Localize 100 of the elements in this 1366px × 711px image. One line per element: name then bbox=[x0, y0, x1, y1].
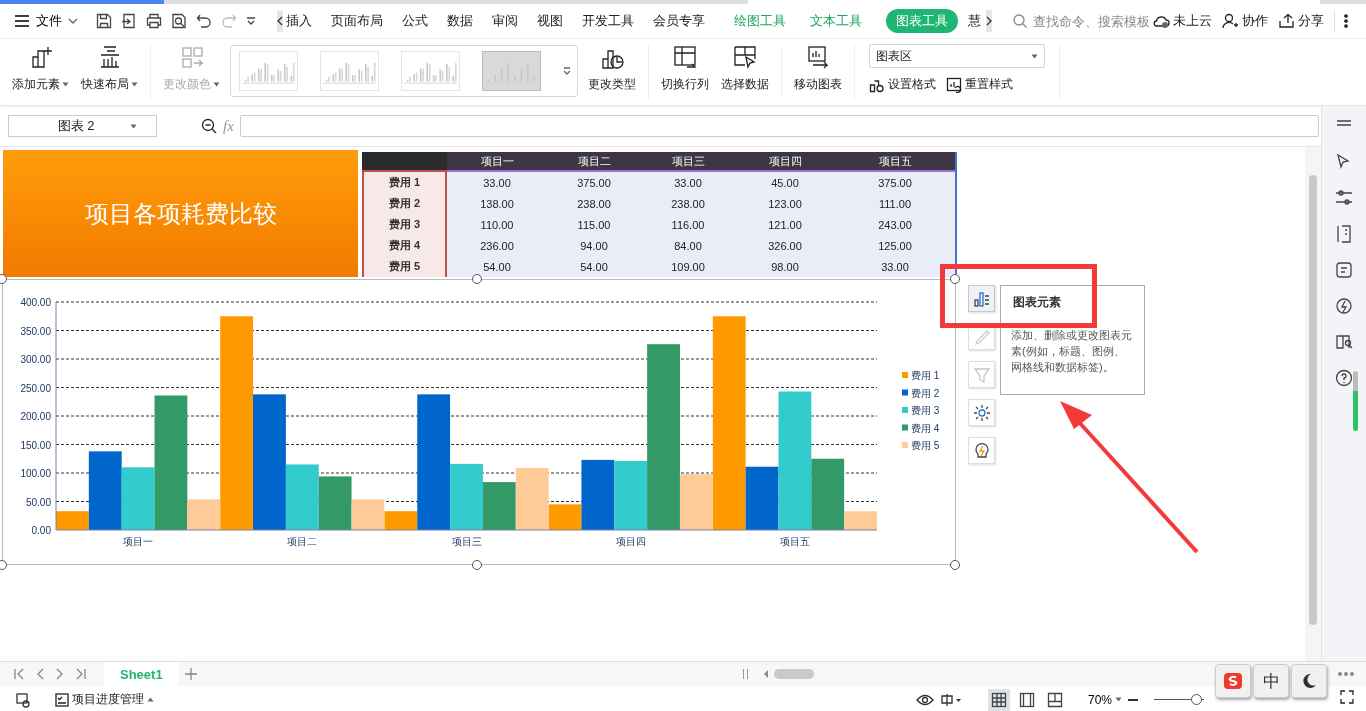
axis-tick-label: 200.00 bbox=[20, 411, 51, 422]
undo-icon[interactable] bbox=[196, 13, 212, 29]
ribbon-button[interactable]: 添加元素 bbox=[6, 39, 75, 105]
row-header: 费用 5 bbox=[362, 256, 447, 277]
format-button[interactable]: 设置格式 bbox=[869, 76, 936, 93]
grid-view-icon bbox=[990, 691, 1007, 708]
ribbon-button[interactable]: 切换行列 bbox=[655, 39, 715, 105]
help-icon[interactable] bbox=[1334, 368, 1354, 388]
ribbon-button[interactable]: 选择数据 bbox=[715, 39, 775, 105]
search-field[interactable]: 查找命令、搜索模板 bbox=[1013, 12, 1153, 30]
menu-icon bbox=[14, 15, 30, 27]
format-button[interactable]: 重置样式 bbox=[946, 76, 1013, 93]
chart-reset-icon bbox=[946, 76, 962, 93]
ribbon-tab[interactable]: 会员专享 bbox=[653, 9, 705, 33]
table-cell-text: 121.00 bbox=[767, 217, 803, 233]
scroll-right-button[interactable] bbox=[986, 10, 992, 32]
ribbon-button[interactable]: 移动图表 bbox=[788, 39, 848, 105]
export-icon[interactable] bbox=[121, 13, 137, 29]
resize-handle[interactable] bbox=[0, 560, 7, 570]
ime-logo-button[interactable] bbox=[1215, 664, 1251, 698]
axis-tick-label: 项目二 bbox=[287, 536, 318, 547]
bar-list-icon bbox=[972, 289, 991, 308]
next-sheet-icon[interactable] bbox=[56, 668, 64, 680]
table-cell-text: 243.00 bbox=[877, 217, 913, 233]
scroll-left-button[interactable] bbox=[277, 10, 283, 32]
view-button[interactable] bbox=[987, 688, 1010, 711]
workbook-button[interactable]: 项目进度管理 bbox=[55, 691, 154, 708]
resize-handle[interactable] bbox=[950, 560, 960, 570]
toolbar-action[interactable]: 协作 bbox=[1222, 12, 1268, 30]
file-menu[interactable]: 文件 bbox=[14, 12, 78, 30]
row-header: 费用 2 bbox=[362, 193, 447, 214]
ribbon-tab[interactable]: 审阅 bbox=[492, 9, 518, 33]
last-sheet-icon[interactable] bbox=[76, 668, 86, 680]
ribbon-tab[interactable]: 公式 bbox=[402, 9, 428, 33]
ribbon-tab[interactable]: 插入 bbox=[286, 9, 312, 33]
chart-style-thumbnail[interactable] bbox=[482, 51, 541, 91]
table-cell-text: 45.00 bbox=[770, 175, 800, 191]
axis-tick-label: 项目五 bbox=[779, 536, 810, 547]
eye-icon[interactable] bbox=[915, 692, 934, 707]
add-sheet-icon[interactable] bbox=[184, 668, 197, 680]
fullscreen-icon[interactable] bbox=[1340, 690, 1354, 704]
resize-handle[interactable] bbox=[472, 274, 482, 284]
table-cell-text: 236.00 bbox=[479, 238, 515, 254]
chart-tool-button[interactable] bbox=[968, 285, 995, 312]
chart-tool-button[interactable] bbox=[968, 437, 995, 464]
table-cell-text: 125.00 bbox=[877, 238, 913, 254]
axis-tick-label: 400.00 bbox=[20, 297, 51, 308]
sliders-icon[interactable] bbox=[1334, 188, 1354, 208]
banner-title: 项目各项耗费比较 bbox=[84, 198, 277, 229]
input-mode-icon[interactable] bbox=[939, 692, 962, 707]
print-preview-icon[interactable] bbox=[171, 13, 187, 29]
ime-theme-button[interactable] bbox=[1291, 664, 1327, 698]
table-cell-text: 375.00 bbox=[877, 175, 913, 191]
axis-tick-label: 250.00 bbox=[20, 382, 51, 394]
zoom-icon[interactable] bbox=[201, 118, 217, 134]
axis-tick-label: 150.00 bbox=[20, 439, 51, 451]
save-icon[interactable] bbox=[96, 13, 112, 29]
slider-thumb[interactable] bbox=[1191, 694, 1203, 705]
print-icon[interactable] bbox=[146, 13, 162, 29]
book-search-icon[interactable] bbox=[1334, 332, 1354, 352]
vertical-scrollbar[interactable] bbox=[1305, 147, 1321, 661]
settings-icon bbox=[972, 403, 991, 422]
chart-area[interactable]: 0.00 50.00 100.00 150.00 200.00 250.00 300.00 350.00 400.00 项目一 项目二 项目三 项目四 项目五 费用 1 费用 2 费用 3 费用 4 费用 5 bbox=[2, 279, 956, 565]
row-header: 费用 4 bbox=[362, 235, 447, 256]
ribbon-tab[interactable]: 数据 bbox=[447, 9, 473, 33]
ribbon-tab[interactable]: 视图 bbox=[537, 9, 563, 33]
ime-logo-icon bbox=[1223, 671, 1243, 691]
lightning-icon[interactable] bbox=[1334, 296, 1354, 316]
zoom-level[interactable]: 70% bbox=[1087, 692, 1122, 707]
ribbon-tab[interactable]: 慧 bbox=[968, 9, 981, 33]
chart-tool-button[interactable] bbox=[968, 399, 995, 426]
cloud-icon bbox=[1153, 13, 1170, 29]
more-icon[interactable] bbox=[1344, 14, 1348, 28]
toolbar-action[interactable]: 未上云 bbox=[1153, 12, 1212, 30]
toolbar-action[interactable]: 分享 bbox=[1278, 12, 1324, 30]
ribbon-tab[interactable]: 开发工具 bbox=[582, 9, 634, 33]
table-cell-text: 238.00 bbox=[670, 196, 706, 212]
gallery-more-icon[interactable] bbox=[563, 66, 571, 76]
resize-handle[interactable] bbox=[472, 560, 482, 570]
first-sheet-icon[interactable] bbox=[14, 668, 24, 680]
ribbon-button[interactable]: 更改类型 bbox=[582, 39, 642, 105]
column-header: 项目四 bbox=[735, 152, 835, 172]
resize-handle[interactable] bbox=[0, 274, 7, 284]
bracket-icon[interactable] bbox=[1334, 224, 1354, 244]
table-cell-text: 33.00 bbox=[673, 175, 703, 191]
resize-handle[interactable] bbox=[950, 274, 960, 284]
lightbulb-icon bbox=[972, 441, 991, 460]
ime-mode-button[interactable]: 中 bbox=[1253, 664, 1289, 698]
ribbon-button[interactable]: 快速布局 bbox=[75, 39, 144, 105]
checklist-icon bbox=[55, 692, 69, 707]
table-cell-text: 238.00 bbox=[576, 196, 612, 212]
formula-input[interactable] bbox=[239, 115, 1319, 137]
chart-element-select[interactable]: 图表区 bbox=[869, 44, 1045, 68]
ribbon-tab[interactable]: 页面布局 bbox=[331, 9, 383, 33]
table-cell-text: 110.00 bbox=[479, 217, 515, 233]
shape-icon[interactable] bbox=[1334, 260, 1354, 280]
legend-label: 费用 3 bbox=[911, 405, 940, 416]
prev-sheet-icon[interactable] bbox=[36, 668, 44, 680]
customize-icon[interactable] bbox=[246, 16, 256, 26]
name-box[interactable]: 图表 2 bbox=[8, 115, 157, 137]
